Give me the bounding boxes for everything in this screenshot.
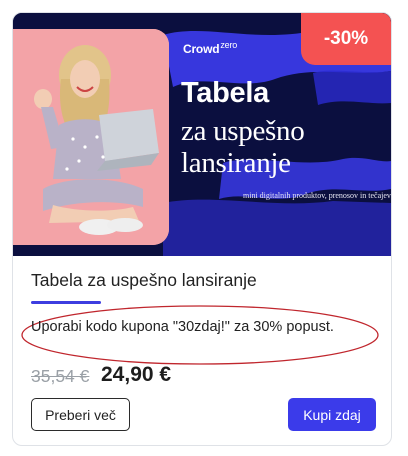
buy-now-button[interactable]: Kupi zdaj	[288, 398, 376, 431]
hero-headline-line1: Tabela	[181, 77, 269, 109]
read-more-button[interactable]: Preberi več	[31, 398, 130, 431]
product-card: Crowdzero Tabela za uspešno lansiranje m…	[12, 12, 392, 446]
old-price: 35,54 €	[31, 366, 90, 386]
annotation-oval	[21, 305, 379, 365]
product-title[interactable]: Tabela za uspešno lansiranje	[31, 270, 257, 291]
product-banner-image[interactable]: Crowdzero Tabela za uspešno lansiranje m…	[13, 13, 391, 256]
hero-subheadline: mini digitalnih produktov, prenosov in t…	[243, 191, 391, 200]
woman-with-laptop-photo	[13, 29, 169, 245]
coupon-text: Uporabi kodo kupona "30zdaj!" za 30% pop…	[31, 319, 334, 335]
hero-headline-line3: lansiranje	[181, 147, 291, 179]
brand-logo: Crowdzero	[183, 40, 238, 56]
sale-price: 24,90 €	[101, 363, 172, 386]
discount-badge: -30%	[301, 13, 391, 65]
hero-headline-line2: za uspešno	[181, 115, 305, 147]
